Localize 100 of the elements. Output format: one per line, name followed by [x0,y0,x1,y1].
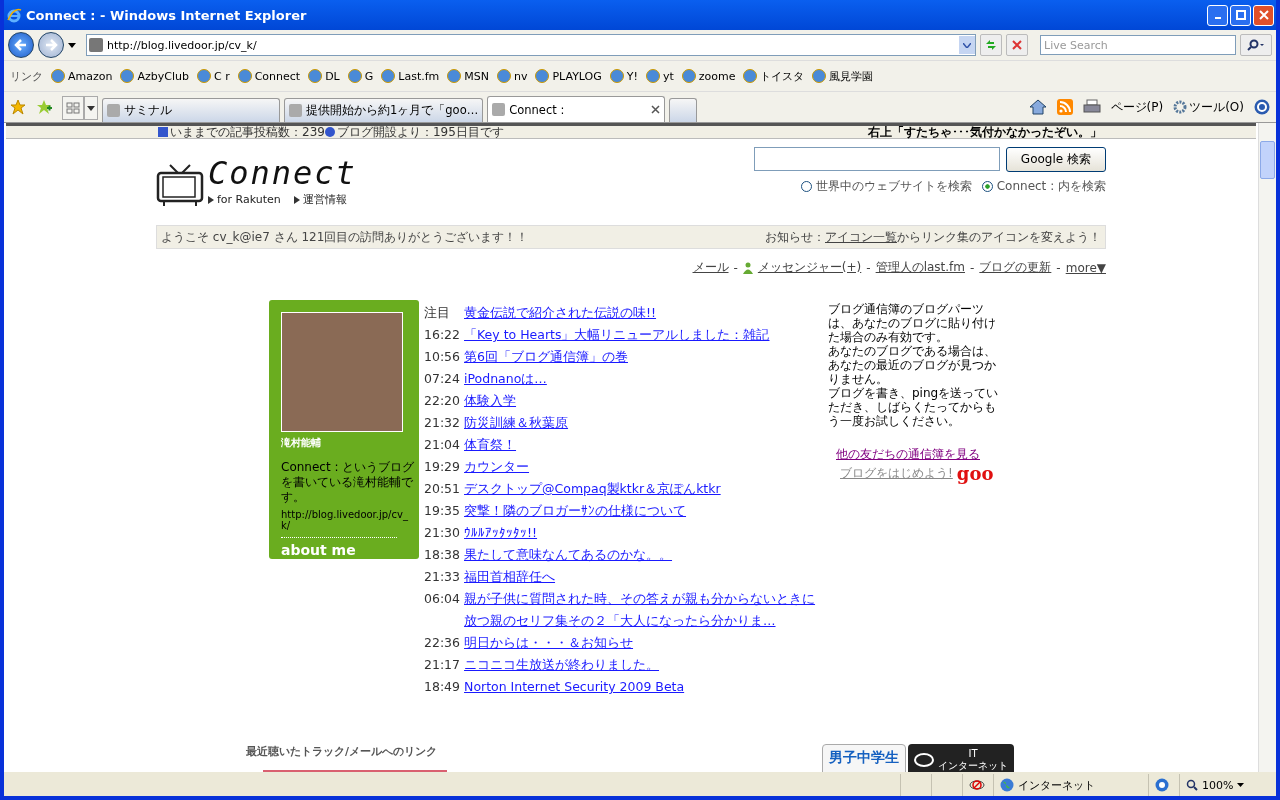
link-bookmark[interactable]: MSN [447,69,489,83]
link-bookmark[interactable]: nv [497,69,528,83]
search-input[interactable] [753,147,1000,171]
history-dropdown-icon[interactable] [68,42,76,48]
entry-link[interactable]: カウンター [464,456,530,478]
link-bookmark[interactable]: AzbyClub [120,69,189,83]
add-favorite-icon[interactable] [36,99,52,115]
entry-link[interactable]: 突撃！隣のブロガーｻﾝの仕様について [464,500,687,522]
entry-link[interactable]: 体験入学 [464,390,517,412]
tab-list-button[interactable] [84,96,98,120]
stop-button[interactable] [1006,34,1028,56]
new-tab-button[interactable] [669,98,698,122]
link-bookmark[interactable]: Last.fm [381,69,440,83]
browser-tab[interactable]: サミナル [102,98,280,122]
globe-icon [1000,778,1014,792]
security-zone: インターネット [993,774,1146,796]
search-scope-radio[interactable]: Connect : 内を検索 [981,178,1106,195]
zoom-icon [1186,779,1198,791]
entry-time: 10:56 [424,348,461,366]
entry-time: 16:22 [424,326,461,344]
home-icon[interactable] [1028,99,1047,115]
nav-link[interactable]: メッセンジャー(+) [757,259,862,276]
notice-message: お知らせ：アイコン一覧からリンク集のアイコンを変えよう！ [765,228,1101,246]
close-tab-icon[interactable] [651,105,661,114]
entry-link[interactable]: 福田首相辞任へ [464,566,556,588]
nav-link[interactable]: more▼ [1065,260,1106,275]
radio-indicator[interactable] [981,181,993,192]
entry-link[interactable]: 果たして意味なんてあるのかな。。 [464,544,673,566]
link-bookmark[interactable]: Connect [237,69,301,83]
entry-link[interactable]: 「Key to Hearts」大幅リニューアルしました：雑記 [464,324,770,346]
friends-report-link[interactable]: 他の友だちの通信簿を見る [828,446,1003,463]
refresh-button[interactable] [980,34,1002,56]
entry-link[interactable]: ｳﾙﾙｱｯﾀｯﾀｯ!! [464,522,538,544]
nav-link[interactable]: ブログの更新 [979,259,1052,276]
back-button[interactable] [8,32,34,58]
radio-indicator[interactable] [800,181,812,192]
link-bookmark[interactable]: zoome [681,69,736,83]
browser-tab[interactable]: Connect : [487,96,666,122]
caret-icon [963,42,971,48]
triangle-icon [293,195,300,204]
minimize-icon [1214,17,1221,19]
minimize-button[interactable] [1207,4,1228,26]
entry-time: 21:17 [424,656,461,674]
blog-logo-title[interactable]: Connect [208,154,357,192]
search-button[interactable] [1240,34,1272,56]
printer-icon[interactable] [1082,99,1101,115]
favorites-star-icon[interactable] [10,99,26,115]
nav-link[interactable]: 管理人のlast.fm [875,259,965,276]
google-search-button[interactable]: Google 検索 [1005,147,1106,172]
entry-link[interactable]: Norton Internet Security 2009 Beta [464,676,685,698]
entry-link[interactable]: ニコニコ生放送が終わりました。 [464,654,660,676]
browser-tab[interactable]: 提供開始から約1ヶ月で「goo… [284,98,484,122]
zoom-level[interactable]: 100% [1179,774,1272,796]
ticker-text: いままでの記事投稿数：239 [158,123,325,141]
maximize-button[interactable] [1230,4,1251,26]
caret-icon [87,105,95,111]
address-dropdown-button[interactable] [959,36,975,54]
report-notice: ブログ通信簿のブログパーツは、あなたのブログに貼り付けた場合のみ有効です。 [828,302,997,344]
link-bookmark[interactable]: DL [308,69,340,83]
back-arrow-icon [14,38,28,52]
info-link[interactable]: 運営情報 [302,192,347,207]
link-bookmark[interactable]: 風見学園 [812,68,874,84]
page-favicon-icon [89,38,103,52]
address-field[interactable]: http://blog.livedoor.jp/cv_k/ [86,34,976,56]
link-bookmark[interactable]: Amazon [51,69,113,83]
banner[interactable]: 男子中学生 [822,744,906,772]
vertical-scrollbar[interactable] [1258,123,1276,772]
banner[interactable]: IT インターネット [908,744,1014,772]
start-blog-link[interactable]: ブログをはじめよう! [840,465,953,482]
entry-link[interactable]: iPodnanoは… [464,368,547,390]
forward-button[interactable] [38,32,64,58]
close-button[interactable] [1253,4,1274,26]
gear-icon [1173,100,1188,114]
entry-link[interactable]: デスクトップ@Compaq製ktkr＆京ぽんktkr [464,478,721,500]
entry-link[interactable]: 明日からは・・・＆お知らせ [464,632,634,654]
entry-link[interactable]: 防災訓練＆秋葉原 [464,412,569,434]
entry-link[interactable]: 黄金伝説で紹介された伝説の味!! [464,302,657,324]
report-notice: ブログを書き、pingを送っていただき、しばらくたってからもう一度お試しください。 [828,386,1000,428]
search-field[interactable]: Live Search [1040,35,1236,55]
icon-list-link[interactable]: アイコン一覧 [825,229,897,244]
privacy-icon [969,778,985,792]
ticker-message: 右上「すたちゃ･･･気付かなかったぞい。」 [868,123,1103,141]
entry-time: 22:20 [424,392,461,410]
entry-link[interactable]: 体育祭！ [464,434,517,456]
nav-link[interactable]: メール [692,259,729,276]
television-icon [156,163,204,207]
maximize-icon [1235,10,1246,20]
link-bookmark[interactable]: トイスタ [743,68,805,84]
links-label: リンク [10,68,43,84]
link-bookmark[interactable]: PLAYLOG [535,69,602,83]
separator-text: - [970,260,975,275]
about-me-logo: about me [281,537,397,558]
entry-link[interactable]: 親が子供に質問された時、その答えが親も分からないときに放つ親のセリフ集その２「大人になったら分かりま… [464,588,824,632]
search-scope-radio[interactable]: 世界中のウェブサイトを検索 [800,178,972,195]
page-menu[interactable]: ページ(P) [1110,98,1164,116]
person-icon [742,261,753,274]
tools-menu[interactable]: ツール(O) [1173,98,1244,116]
link-bookmark[interactable]: C r [196,69,230,83]
entry-link[interactable]: 第6回「ブログ通信簿」の巻 [464,346,628,368]
profile-name: 滝村能輔 [281,436,322,450]
